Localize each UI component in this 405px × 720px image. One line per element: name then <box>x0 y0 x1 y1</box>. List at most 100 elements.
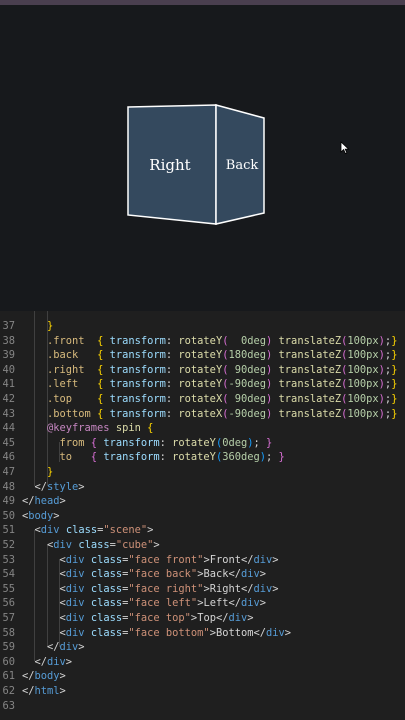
code-token: : <box>159 451 173 464</box>
code-token: } <box>391 393 398 405</box>
code-line[interactable]: 58 <div class="face bottom">Bottom</div> <box>0 626 405 641</box>
code-token: .bottom <box>47 407 91 420</box>
code-token: "face back" <box>128 568 198 581</box>
code-token: { <box>147 422 154 435</box>
code-line[interactable]: 44 @keyframes spin { <box>0 421 405 436</box>
code-token: div <box>65 582 85 595</box>
code-token: } <box>391 349 398 362</box>
code-token: div <box>253 553 273 566</box>
code-token: .back <box>47 349 79 362</box>
code-line[interactable]: 55 <div class="face right">Right</div> <box>0 582 405 597</box>
code-token: : <box>165 378 179 391</box>
code-token: rotateY <box>172 451 216 464</box>
code-token: 100px <box>347 378 379 391</box>
line-number: 55 <box>2 582 15 595</box>
code-token: { <box>97 363 110 376</box>
code-text: </style> <box>35 480 85 495</box>
code-token: rotateY <box>178 349 223 362</box>
code-token: translateZ <box>278 407 342 420</box>
line-number: 57 <box>2 612 15 624</box>
code-line[interactable]: 54 <div class="face back">Back</div> <box>0 567 405 582</box>
code-text: .bottom { transform: rotateX(-90deg) tra… <box>47 407 397 422</box>
code-token: 90deg <box>228 393 267 405</box>
line-number: 37 <box>2 320 15 332</box>
code-line[interactable]: 38 .front { transform: rotateY( 0deg) tra… <box>0 334 405 349</box>
code-token: style <box>47 480 79 493</box>
code-token: "scene" <box>103 524 148 537</box>
code-token: div <box>59 641 79 654</box>
code-text: <div class="face back">Back</div> <box>60 567 267 582</box>
code-line[interactable]: 48 </style> <box>0 480 405 495</box>
code-line[interactable]: 62 </html> <box>0 684 405 699</box>
code-text: to { transform: rotateY(360deg); } <box>60 450 285 465</box>
code-token: Left <box>203 597 229 610</box>
code-line[interactable]: 41 .left { transform: rotateY(-90deg) tra… <box>0 377 405 392</box>
code-token: { <box>97 407 110 420</box>
code-token: > <box>78 641 85 654</box>
code-token: "cube" <box>115 539 154 551</box>
code-token: } <box>391 407 398 420</box>
line-number: 49 <box>2 495 15 508</box>
code-line[interactable]: 53 <div class="face front">Front</div> <box>0 553 405 568</box>
line-number: 54 <box>2 568 15 581</box>
code-token: </ <box>22 670 35 683</box>
code-editor[interactable]: 37} 38 .front { transform: rotateY( 0deg) … <box>0 311 405 720</box>
code-token: > <box>147 524 154 537</box>
code-token: Right <box>209 582 241 595</box>
code-text: <div class="cube"> <box>47 538 160 553</box>
code-line[interactable]: 37} <box>0 319 405 334</box>
code-text: .front { transform: rotateY( 0deg) trans… <box>47 334 397 349</box>
code-text: } <box>47 465 53 480</box>
code-text: @keyframes spin { <box>47 421 153 436</box>
code-line[interactable]: 60 </div> <box>0 655 405 670</box>
code-token: } <box>47 320 54 332</box>
line-number: 48 <box>2 480 15 493</box>
line-number: 41 <box>2 378 15 391</box>
code-token: > <box>259 568 267 581</box>
preview-pane: Right Back <box>0 5 405 311</box>
code-line[interactable]: 39 .back { transform: rotateY(180deg) tra… <box>0 348 405 363</box>
line-number: 52 <box>2 539 15 551</box>
code-line[interactable]: 46 to { transform: rotateY(360deg); } <box>0 450 405 465</box>
code-line[interactable]: 43 .bottom { transform: rotateX(-90deg) t… <box>0 407 405 422</box>
code-text: </div> <box>47 640 85 655</box>
code-token: 100px <box>347 363 379 376</box>
code-line[interactable]: 61 </body> <box>0 669 405 684</box>
code-line[interactable]: 57 <div class="face top">Top</div> <box>0 611 405 626</box>
code-token: div <box>65 553 85 566</box>
code-line[interactable]: 59 </div> <box>0 640 405 655</box>
line-number: 44 <box>2 422 15 435</box>
code-line[interactable]: 51 <div class="scene"> <box>0 523 405 538</box>
code-line[interactable]: 52 <div class="cube"> <box>0 538 405 553</box>
code-token: </ <box>253 626 267 639</box>
code-line[interactable]: 40 .right { transform: rotateY( 90deg) tr… <box>0 363 405 378</box>
code-token: 90deg <box>228 363 267 376</box>
code-token: from <box>59 436 85 449</box>
code-text: </body> <box>22 669 66 684</box>
code-token: </ <box>34 655 48 668</box>
code-line[interactable]: 63 <box>0 699 405 714</box>
code-line[interactable]: 42 .top { transform: rotateX( 90deg) tran… <box>0 392 405 407</box>
code-token: > <box>272 582 279 595</box>
code-token: </ <box>47 641 60 654</box>
code-token: Top <box>197 612 216 624</box>
line-number: 56 <box>2 597 15 610</box>
code-token: : <box>165 393 179 405</box>
code-text: .back { transform: rotateY(180deg) trans… <box>47 348 397 363</box>
code-line[interactable]: 56 <div class="face left">Left</div> <box>0 596 405 611</box>
code-line[interactable]: 45 from { transform: rotateY(0deg); } <box>0 436 405 451</box>
code-token: : <box>165 407 179 420</box>
code-text: <div class="scene"> <box>35 523 154 538</box>
code-line[interactable]: 49 </head> <box>0 494 405 509</box>
code-token: </ <box>228 597 241 610</box>
code-text: </html> <box>22 684 66 699</box>
code-token: } <box>278 451 285 464</box>
line-number: 47 <box>2 466 15 478</box>
code-token: div <box>47 655 66 668</box>
code-line[interactable]: 47} <box>0 465 405 480</box>
code-token: .front <box>47 334 85 347</box>
code-line[interactable]: 50 <body> <box>0 509 405 524</box>
